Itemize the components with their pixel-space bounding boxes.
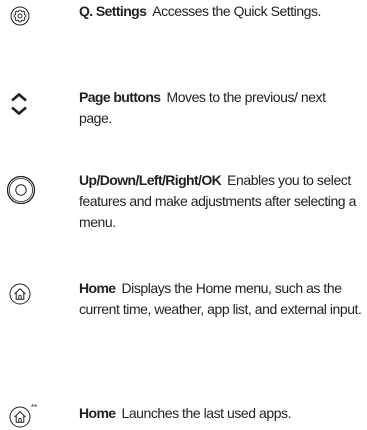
page-buttons-term: Page buttons	[79, 89, 161, 105]
home-term: Home	[79, 280, 116, 296]
navigation-description: Up/Down/Left/Right/OK Enables you to sele…	[79, 170, 364, 233]
q-settings-gear-icon	[10, 6, 30, 26]
home-long-press-desc: Launches the last used apps.	[121, 405, 292, 421]
long-press-superscript: **	[31, 403, 38, 412]
remote-buttons-manual-page: { "items": [ { "icon": "q-settings-gear-…	[0, 0, 367, 430]
page-up-down-chevrons-icon	[11, 92, 27, 116]
home-button-icon	[9, 283, 31, 305]
q-settings-term: Q. Settings	[79, 3, 147, 19]
home-long-press-term: Home	[79, 405, 116, 421]
home-description: Home Displays the Home menu, such as the …	[79, 278, 364, 320]
home-desc: Displays the Home menu, such as the curr…	[79, 280, 362, 317]
home-button-long-press-icon	[9, 406, 31, 428]
navigation-ring-ok-icon	[6, 175, 36, 205]
q-settings-desc: Accesses the Quick Settings.	[152, 3, 321, 19]
navigation-term: Up/Down/Left/Right/OK	[79, 172, 222, 188]
page-buttons-description: Page buttons Moves to the previous/ next …	[79, 87, 349, 129]
home-long-press-description: Home Launches the last used apps.	[79, 403, 364, 424]
q-settings-description: Q. Settings Accesses the Quick Settings.	[79, 1, 364, 22]
